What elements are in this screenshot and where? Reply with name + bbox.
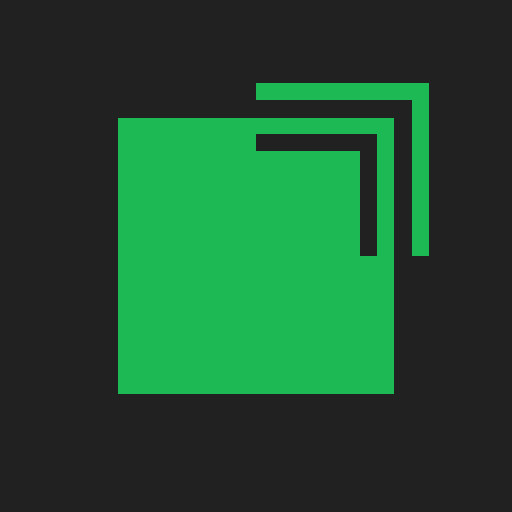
stacked-squares-icon [0, 0, 512, 512]
icon-canvas [0, 0, 512, 512]
front-square [118, 118, 394, 394]
